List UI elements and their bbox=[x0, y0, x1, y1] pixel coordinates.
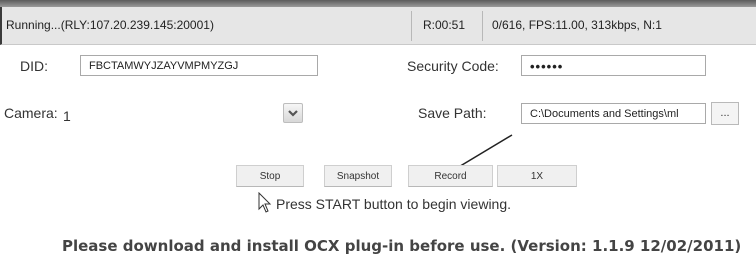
stream-stats: 0/616, FPS:11.00, 313kbps, N:1 bbox=[492, 18, 662, 32]
save-path-field[interactable]: C:\Documents and Settings\ml bbox=[521, 103, 706, 124]
status-divider bbox=[482, 11, 483, 41]
stop-button[interactable]: Stop bbox=[236, 165, 304, 187]
status-divider bbox=[411, 11, 412, 41]
connection-status: Running...(RLY:107.20.239.145:20001) bbox=[6, 18, 214, 32]
security-code-field[interactable]: •••••• bbox=[521, 55, 706, 76]
start-hint: Press START button to begin viewing. bbox=[276, 196, 512, 212]
camera-label: Camera: bbox=[4, 105, 58, 121]
did-field[interactable]: FBCTAMWYJZAYVMPMYZGJ bbox=[80, 55, 318, 76]
record-button[interactable]: Record bbox=[408, 165, 493, 187]
recording-time: R:00:51 bbox=[423, 18, 466, 32]
save-path-label: Save Path: bbox=[418, 105, 487, 121]
camera-controls-panel: DID: FBCTAMWYJZAYVMPMYZGJ Security Code:… bbox=[0, 45, 756, 267]
speed-button[interactable]: 1X bbox=[497, 165, 577, 187]
camera-dropdown-button[interactable] bbox=[283, 103, 303, 123]
browse-button[interactable]: ... bbox=[711, 102, 739, 125]
ocx-plugin-notice: Please download and install OCX plug-in … bbox=[62, 237, 742, 255]
status-bar: Running...(RLY:107.20.239.145:20001) R:0… bbox=[0, 7, 756, 45]
snapshot-button[interactable]: Snapshot bbox=[324, 165, 392, 187]
security-code-label: Security Code: bbox=[407, 58, 499, 74]
mouse-pointer-icon bbox=[258, 192, 272, 213]
camera-select-value[interactable]: 1 bbox=[63, 108, 71, 124]
window-top-edge bbox=[0, 0, 756, 7]
chevron-down-icon bbox=[288, 110, 298, 117]
did-label: DID: bbox=[20, 58, 48, 74]
